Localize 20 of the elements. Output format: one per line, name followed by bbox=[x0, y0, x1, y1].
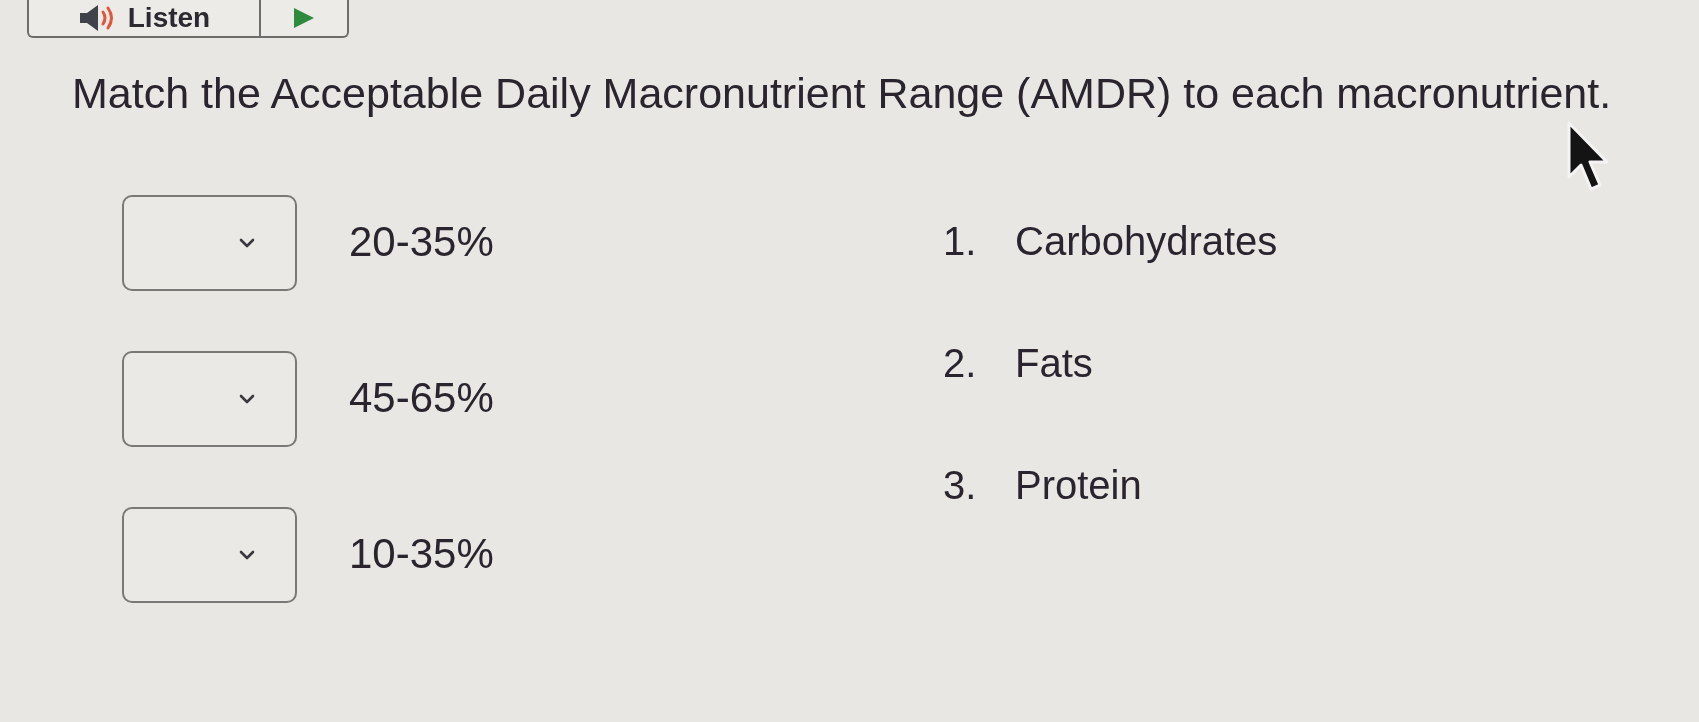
range-label: 20-35% bbox=[349, 217, 494, 268]
answer-dropdown[interactable] bbox=[122, 350, 297, 447]
play-button[interactable] bbox=[261, 0, 349, 38]
mouse-cursor-icon bbox=[1566, 121, 1610, 193]
play-icon bbox=[292, 6, 316, 30]
item-number: 1. bbox=[943, 217, 978, 265]
item-number: 2. bbox=[943, 339, 978, 387]
nutrient-label: Fats bbox=[1015, 339, 1093, 387]
instruction-text: Match the Acceptable Daily Macronutrient Range (AMDR) to each macronutrient. bbox=[72, 68, 1612, 119]
nutrient-label: Carbohydrates bbox=[1015, 217, 1278, 265]
chevron-down-icon bbox=[239, 549, 255, 560]
nutrient-label: Protein bbox=[1015, 461, 1142, 509]
chevron-down-icon bbox=[239, 393, 255, 404]
answer-dropdown[interactable] bbox=[122, 194, 297, 291]
range-label: 10-35% bbox=[349, 529, 494, 580]
listen-button[interactable]: Listen bbox=[27, 0, 261, 38]
answer-dropdown[interactable] bbox=[122, 506, 297, 603]
chevron-down-icon bbox=[239, 237, 255, 248]
range-label: 45-65% bbox=[349, 373, 494, 424]
item-number: 3. bbox=[943, 461, 978, 509]
